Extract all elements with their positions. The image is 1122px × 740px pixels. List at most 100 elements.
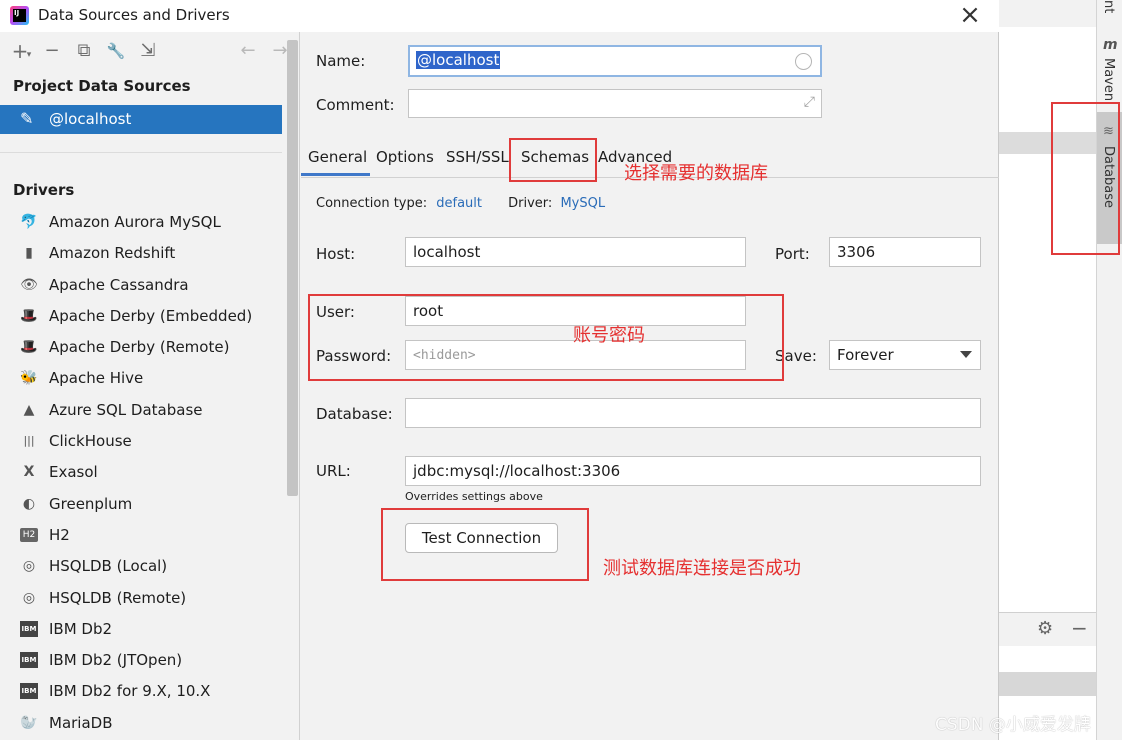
database-field[interactable] [405,398,981,428]
maven-icon: m [1103,37,1118,53]
driver-icon: ◎ [22,558,36,575]
driver-label: H2 [49,525,70,544]
close-button[interactable]: × [957,2,983,29]
driver-icon: ◎ [22,589,36,606]
driver-label: IBM Db2 for 9.X, 10.X [49,682,211,701]
driver-label: Azure SQL Database [49,400,203,419]
left-panel: + ▾ − ⧉ 🔧 ⇲ ← → Project Data Sources ✎ @… [0,32,300,740]
driver-icon: ◐ [22,495,36,512]
driver-item[interactable]: ||| ClickHouse [0,427,282,458]
driver-item[interactable]: 🐬 Amazon Aurora MySQL [0,208,282,239]
save-select[interactable]: Forever [829,340,981,370]
comment-field[interactable]: ⤢ [408,89,822,118]
name-value: @localhost [416,51,501,69]
expand-icon[interactable]: ⤢ [804,94,815,110]
driver-label: IBM Db2 [49,619,113,638]
driver-icon: ||| [23,434,35,448]
intellij-logo-icon: IJ [10,6,29,25]
driver-item[interactable]: H2 H2 [0,521,282,552]
connection-type-link[interactable]: default [436,196,482,211]
driver-item[interactable]: IBM IBM Db2 [0,615,282,646]
left-scrollbar-thumb[interactable] [287,40,298,496]
gear-icon[interactable]: ⚙ [1037,618,1053,639]
driver-link[interactable]: MySQL [560,196,605,211]
driver-item[interactable]: IBM IBM Db2 for 9.X, 10.X [0,677,282,708]
driver-item[interactable]: IBM IBM Db2 (JTOpen) [0,646,282,677]
data-source-item-localhost[interactable]: ✎ @localhost [0,105,282,134]
tab-general[interactable]: General [308,148,367,166]
ide-lower-row [999,672,1096,696]
chevron-down-icon[interactable]: ▾ [24,44,34,66]
connection-type-label: Connection type: [316,196,428,211]
import-icon[interactable]: ⇲ [137,40,159,62]
window-title: Data Sources and Drivers [38,6,230,24]
remove-icon[interactable]: − [41,40,63,62]
driver-label: IBM Db2 (JTOpen) [49,651,183,670]
driver-icon: X [23,464,35,481]
driver-item[interactable]: ▲ Azure SQL Database [0,396,282,427]
driver-label: Amazon Aurora MySQL [49,213,221,231]
driver-label: Apache Derby (Remote) [49,338,230,357]
driver-item[interactable]: ▮ Amazon Redshift [0,239,282,270]
host-label: Host: [316,245,356,263]
driver-item[interactable]: X Exasol [0,458,282,489]
driver-icon: H2 [20,527,38,542]
driver-label: Greenplum [49,494,133,513]
save-select-value: Forever [837,346,894,364]
url-field[interactable]: jdbc:mysql://localhost:3306 [405,456,981,486]
wrench-icon[interactable]: 🔧 [105,40,127,62]
driver-label: Amazon Redshift [49,244,176,263]
driver-icon: 👁 [20,276,38,293]
driver-item[interactable]: 🎩 Apache Derby (Embedded) [0,302,282,333]
driver-icon: 🐝 [20,370,38,387]
driver-icon: IBM [20,652,38,669]
color-circle-icon[interactable] [795,53,812,70]
driver-icon: IBM [20,620,38,637]
driver-icon: 🐬 [20,214,38,230]
tab-ssh-ssl[interactable]: SSH/SSL [446,148,509,166]
connection-info-row: Connection type: default Driver: MySQL [316,196,605,211]
tool-tab-nt[interactable]: nt [1101,0,1116,13]
driver-label: ClickHouse [49,432,132,451]
driver-label: Apache Hive [49,369,144,388]
name-field[interactable]: @localhost [408,45,822,77]
mysql-dolphin-icon: ✎ [20,109,34,128]
driver-item[interactable]: 🎩 Apache Derby (Remote) [0,333,282,364]
driver-item[interactable]: 🦭 MariaDB [0,709,282,740]
annotation-box-schemas [509,138,597,182]
tab-options[interactable]: Options [376,148,434,166]
drivers-list: 🐬 Amazon Aurora MySQL ▮ Amazon Redshift 👁 A… [0,208,282,740]
driver-label: Exasol [49,463,98,482]
database-label: Database: [316,405,393,423]
divider [0,152,282,153]
annotation-box-database-tab [1051,102,1120,255]
driver-icon: ▲ [23,401,35,418]
annotation-box-test [381,508,589,581]
active-tab-indicator [301,173,370,176]
driver-item[interactable]: ◎ HSQLDB (Remote) [0,584,282,615]
driver-label: HSQLDB (Remote) [49,588,187,607]
copy-icon[interactable]: ⧉ [73,40,95,62]
driver-icon: 🎩 [20,307,38,324]
driver-label: Apache Derby (Embedded) [49,306,253,325]
driver-item[interactable]: ◐ Greenplum [0,490,282,521]
drivers-header: Drivers [13,181,75,199]
watermark: CSDN @小威爱发牌 [935,715,1091,735]
driver-label: HSQLDB (Local) [49,557,168,576]
driver-icon: 🦭 [20,714,38,731]
ide-divider [999,612,1096,613]
back-arrow-icon[interactable]: ← [237,40,259,62]
driver-item[interactable]: ◎ HSQLDB (Local) [0,552,282,583]
tool-tab-maven[interactable]: Maven [1101,58,1116,101]
port-label: Port: [775,245,810,263]
annotation-test-note: 测试数据库连接是否成功 [603,558,801,579]
annotation-box-credentials [308,294,784,381]
driver-item[interactable]: 🐝 Apache Hive [0,364,282,395]
dropdown-arrow-icon [960,351,972,358]
driver-icon: IBM [20,683,38,700]
port-field[interactable]: 3306 [829,237,981,267]
host-field[interactable]: localhost [405,237,746,267]
driver-item[interactable]: 👁 Apache Cassandra [0,271,282,302]
minus-icon[interactable]: − [1071,616,1088,640]
driver-icon: 🎩 [20,339,38,356]
